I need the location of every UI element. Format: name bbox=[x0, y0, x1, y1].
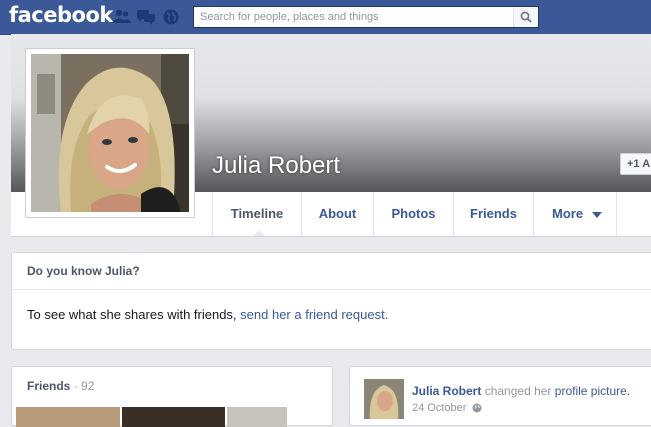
post-action-text: changed her bbox=[484, 384, 552, 398]
friends-title[interactable]: Friends bbox=[27, 379, 70, 393]
post-date[interactable]: 24 October bbox=[412, 402, 466, 414]
top-navigation-bar: facebook bbox=[0, 0, 651, 35]
caret-down-icon bbox=[591, 211, 602, 218]
tab-more[interactable]: More bbox=[534, 192, 617, 236]
friends-card: Friends · 92 bbox=[11, 366, 333, 427]
post-headline: Julia Robert changed her profile picture… bbox=[412, 384, 630, 398]
search-input[interactable] bbox=[194, 7, 512, 27]
friends-separator: · bbox=[70, 379, 82, 393]
timeline-post-card: Julia Robert changed her profile picture… bbox=[349, 366, 651, 426]
add-friend-button[interactable]: +1 A bbox=[620, 153, 651, 175]
public-globe-icon[interactable] bbox=[472, 403, 482, 413]
friend-thumbnail[interactable] bbox=[227, 407, 287, 427]
divider bbox=[12, 289, 651, 290]
tab-more-label: More bbox=[552, 206, 584, 221]
notifications-globe-icon[interactable] bbox=[163, 9, 179, 25]
post-author-avatar[interactable] bbox=[364, 379, 404, 419]
profile-name[interactable]: Julia Robert bbox=[212, 152, 340, 180]
profile-picture-frame[interactable] bbox=[25, 48, 195, 218]
friend-thumbnail[interactable] bbox=[16, 407, 120, 427]
search-icon bbox=[520, 11, 532, 23]
messages-icon[interactable] bbox=[137, 9, 155, 25]
facebook-logo[interactable]: facebook bbox=[9, 3, 113, 27]
tab-photos[interactable]: Photos bbox=[374, 192, 454, 236]
profile-picture-link[interactable]: profile picture. bbox=[555, 384, 630, 398]
friend-thumbnail[interactable] bbox=[122, 407, 225, 427]
do-you-know-card: Do you know Julia? To see what she share… bbox=[11, 252, 651, 350]
tab-about[interactable]: About bbox=[302, 192, 374, 236]
profile-picture bbox=[31, 54, 189, 212]
tab-friends[interactable]: Friends bbox=[454, 192, 534, 236]
post-meta: 24 October bbox=[412, 402, 482, 414]
post-author-link[interactable]: Julia Robert bbox=[412, 384, 481, 398]
friends-header: Friends · 92 bbox=[27, 379, 94, 393]
search-bar bbox=[193, 6, 539, 28]
search-button[interactable] bbox=[513, 7, 538, 27]
do-you-know-title: Do you know Julia? bbox=[27, 264, 140, 278]
friend-requests-icon[interactable] bbox=[113, 9, 131, 25]
friend-request-message: To see what she shares with friends, sen… bbox=[27, 307, 388, 322]
friends-count: 92 bbox=[81, 379, 95, 393]
send-friend-request-link[interactable]: send her a friend request. bbox=[240, 307, 388, 322]
active-tab-indicator bbox=[253, 230, 265, 236]
friend-request-text: To see what she shares with friends, bbox=[27, 307, 241, 322]
